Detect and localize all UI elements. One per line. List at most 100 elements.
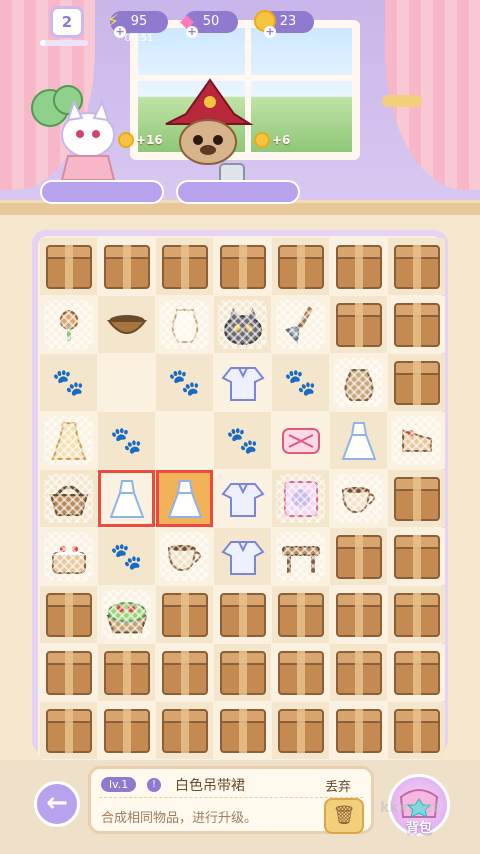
board-cell[interactable] xyxy=(40,702,97,759)
level-progress-bar xyxy=(40,40,88,46)
board-cell[interactable] xyxy=(330,296,387,353)
cake-slice-icon xyxy=(394,418,440,464)
merge-board: 🐾 🐾 🐾 🐾 🐾 🐾 xyxy=(32,230,448,761)
board-cell[interactable] xyxy=(330,528,387,585)
shovel-icon xyxy=(278,302,324,348)
board-cell[interactable]: 🐾 xyxy=(156,354,213,411)
board-cell[interactable] xyxy=(388,354,445,411)
board-cell[interactable] xyxy=(156,702,213,759)
board-cell[interactable] xyxy=(388,238,445,295)
board-cell[interactable] xyxy=(272,238,329,295)
board-cell[interactable] xyxy=(214,238,271,295)
board-cell[interactable] xyxy=(272,644,329,701)
board-cell[interactable] xyxy=(156,296,213,353)
order-plate-1[interactable] xyxy=(40,180,164,204)
board-cell[interactable] xyxy=(272,528,329,585)
board-cell[interactable] xyxy=(330,702,387,759)
cardboard-box-icon xyxy=(45,592,92,637)
gems-plus-icon[interactable]: + xyxy=(186,26,198,38)
board-cell[interactable] xyxy=(98,470,155,527)
board-cell[interactable] xyxy=(98,644,155,701)
coins-plus-icon[interactable]: + xyxy=(264,26,276,38)
board-cell[interactable] xyxy=(214,470,271,527)
energy-value: 95 xyxy=(130,14,148,29)
board-cell[interactable] xyxy=(388,470,445,527)
board-cell[interactable] xyxy=(156,586,213,643)
board-cell[interactable] xyxy=(156,644,213,701)
board-cell[interactable] xyxy=(40,470,97,527)
arrow-left-icon: ← xyxy=(46,788,68,818)
board-cell[interactable] xyxy=(98,586,155,643)
board-cell[interactable] xyxy=(272,586,329,643)
board-cell[interactable] xyxy=(214,644,271,701)
cake-icon xyxy=(46,534,92,580)
cardboard-box-icon xyxy=(277,708,324,753)
cardboard-box-icon xyxy=(161,244,208,289)
board-cell[interactable] xyxy=(272,412,329,469)
board-cell[interactable] xyxy=(214,354,271,411)
board-cell[interactable] xyxy=(330,354,387,411)
board-cell[interactable]: 🐾 xyxy=(272,354,329,411)
board-cell[interactable]: 🐾 xyxy=(98,528,155,585)
board-cell[interactable] xyxy=(156,412,213,469)
board-cell[interactable] xyxy=(156,528,213,585)
board-cell[interactable] xyxy=(40,296,97,353)
board-cell[interactable] xyxy=(40,644,97,701)
basket-icon xyxy=(46,476,92,522)
discard-button[interactable]: 🗑 xyxy=(324,798,364,834)
board-cell[interactable] xyxy=(156,238,213,295)
board-cell[interactable] xyxy=(330,644,387,701)
board-cell[interactable] xyxy=(330,412,387,469)
back-button[interactable]: ← xyxy=(34,781,80,827)
divider xyxy=(99,797,363,798)
board-cell[interactable] xyxy=(272,702,329,759)
board-cell[interactable] xyxy=(388,528,445,585)
board-cell[interactable]: 🐾 xyxy=(98,412,155,469)
board-cell[interactable] xyxy=(388,412,445,469)
tulip-icon xyxy=(46,302,92,348)
order-plate-2[interactable] xyxy=(176,180,300,204)
board-cell[interactable]: 🐾 xyxy=(214,412,271,469)
paw-print-icon: 🐾 xyxy=(110,541,143,572)
board-cell[interactable] xyxy=(98,354,155,411)
board-cell[interactable] xyxy=(98,296,155,353)
board-cell[interactable] xyxy=(214,296,271,353)
board-cell[interactable] xyxy=(388,702,445,759)
board-cell[interactable] xyxy=(330,586,387,643)
item-level-badge: lv.1 xyxy=(101,777,137,792)
character-cat-clover[interactable] xyxy=(28,80,128,181)
board-cell[interactable] xyxy=(388,644,445,701)
coin-icon xyxy=(118,132,134,148)
pillow-icon xyxy=(278,418,324,464)
board-cell[interactable] xyxy=(272,470,329,527)
board-cell[interactable] xyxy=(40,412,97,469)
board-cell[interactable] xyxy=(98,238,155,295)
curtain-tie xyxy=(382,95,422,107)
board-cell[interactable] xyxy=(98,702,155,759)
cardboard-box-icon xyxy=(393,476,440,521)
dress-white-icon xyxy=(336,418,382,464)
board-cell[interactable] xyxy=(40,586,97,643)
board-cell[interactable] xyxy=(214,702,271,759)
character-witch-kitten[interactable] xyxy=(158,76,258,186)
board-cell[interactable] xyxy=(40,238,97,295)
board-cell[interactable] xyxy=(214,528,271,585)
player-level-badge[interactable]: 2 xyxy=(50,6,84,38)
cardboard-box-icon xyxy=(277,244,324,289)
board-cell[interactable] xyxy=(388,296,445,353)
board-cell[interactable] xyxy=(214,586,271,643)
board-cell[interactable] xyxy=(330,470,387,527)
cardboard-box-icon xyxy=(393,244,440,289)
watermark: kkx.net xyxy=(380,800,440,816)
board-cell[interactable] xyxy=(330,238,387,295)
cake-big-icon xyxy=(104,592,150,638)
board-cell[interactable] xyxy=(40,528,97,585)
sack-icon xyxy=(336,360,382,406)
board-cell[interactable] xyxy=(272,296,329,353)
cardboard-box-icon xyxy=(103,650,150,695)
trash-icon: 🗑 xyxy=(332,805,356,826)
board-cell[interactable] xyxy=(388,586,445,643)
info-icon[interactable]: ! xyxy=(147,778,161,792)
board-cell[interactable] xyxy=(156,470,213,527)
board-cell[interactable]: 🐾 xyxy=(40,354,97,411)
